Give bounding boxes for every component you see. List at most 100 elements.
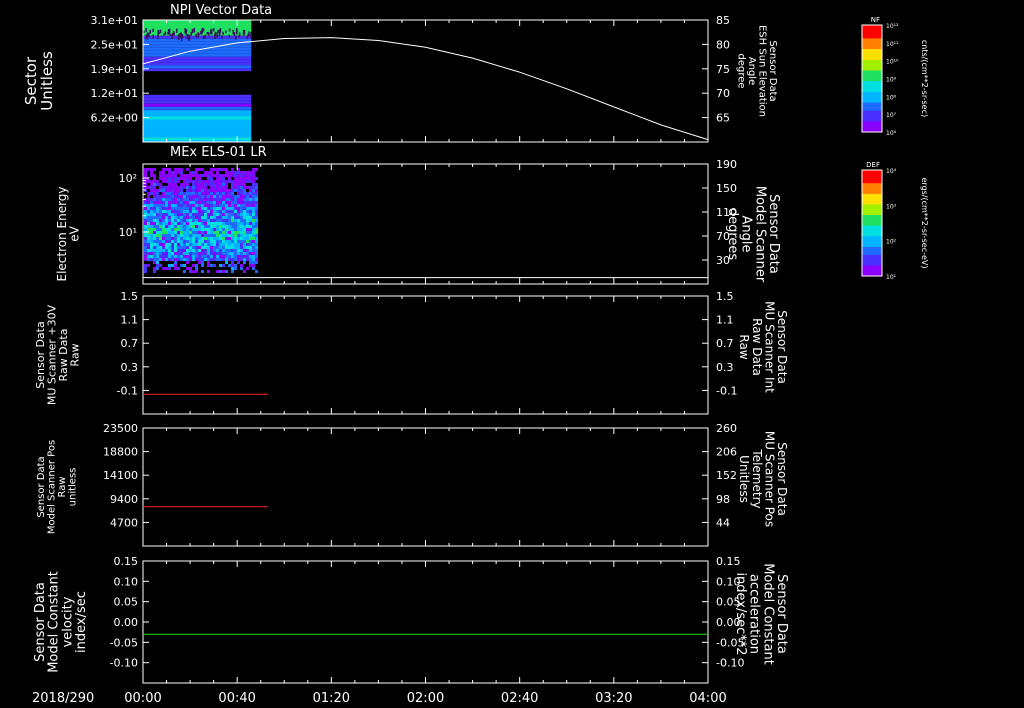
els-heatmap-cell — [255, 228, 258, 231]
els-heatmap-cell — [165, 228, 168, 231]
els-heatmap-cell — [162, 213, 165, 216]
els-heatmap-cell — [222, 186, 225, 189]
els-heatmap-cell — [234, 186, 237, 189]
els-heatmap-cell — [210, 174, 213, 177]
els-heatmap-cell — [246, 243, 249, 246]
els-heatmap-cell — [249, 246, 252, 249]
els-heatmap-cell — [168, 204, 171, 207]
els-heatmap-cell — [255, 258, 258, 261]
els-heatmap-cell — [171, 174, 174, 177]
els-heatmap-cell — [162, 219, 165, 222]
els-heatmap-cell — [237, 228, 240, 231]
els-heatmap-cell — [210, 237, 213, 240]
els-heatmap-cell — [237, 198, 240, 201]
els-heatmap-cell — [255, 186, 258, 189]
els-heatmap-cell — [183, 237, 186, 240]
els-heatmap-cell — [198, 234, 201, 237]
els-heatmap-cell — [219, 201, 222, 204]
els-heatmap-cell — [219, 180, 222, 183]
els-heatmap-cell — [222, 216, 225, 219]
els-heatmap-cell — [231, 192, 234, 195]
els-heatmap-cell — [174, 258, 177, 261]
els-heatmap-cell — [228, 195, 231, 198]
els-heatmap-cell — [162, 168, 165, 171]
els-heatmap-cell — [162, 231, 165, 234]
els-heatmap-cell — [156, 255, 159, 258]
els-heatmap-cell — [153, 246, 156, 249]
els-heatmap-cell — [183, 225, 186, 228]
els-heatmap-cell — [198, 180, 201, 183]
els-heatmap-cell — [249, 219, 252, 222]
els-heatmap-cell — [237, 246, 240, 249]
els-heatmap-cell — [249, 228, 252, 231]
npi-heatmap-speck — [195, 33, 197, 38]
els-heatmap-cell — [159, 243, 162, 246]
els-heatmap-cell — [159, 198, 162, 201]
els-heatmap-cell — [177, 216, 180, 219]
els-heatmap-cell — [174, 255, 177, 258]
els-heatmap-cell — [225, 204, 228, 207]
els-heatmap-cell — [192, 270, 195, 273]
els-heatmap-cell — [198, 201, 201, 204]
els-heatmap-cell — [201, 234, 204, 237]
els-heatmap-cell — [240, 186, 243, 189]
els-heatmap-cell — [249, 258, 252, 261]
els-heatmap-cell — [204, 192, 207, 195]
els-heatmap-cell — [219, 192, 222, 195]
els-heatmap-cell — [186, 231, 189, 234]
els-heatmap-cell — [198, 192, 201, 195]
els-heatmap-cell — [171, 204, 174, 207]
els-heatmap-cell — [153, 267, 156, 270]
els-heatmap-cell — [213, 240, 216, 243]
els-heatmap-cell — [180, 177, 183, 180]
els-heatmap-cell — [171, 222, 174, 225]
npi-heatmap-cell — [143, 128, 252, 132]
npi-heatmap-speck — [216, 32, 218, 38]
els-heatmap-cell — [216, 231, 219, 234]
els-heatmap-cell — [165, 210, 168, 213]
els-heatmap-cell — [180, 204, 183, 207]
els-heatmap-cell — [228, 240, 231, 243]
els-heatmap-cell — [249, 237, 252, 240]
els-heatmap-cell — [186, 186, 189, 189]
els-heatmap-cell — [237, 231, 240, 234]
els-heatmap-cell — [234, 264, 237, 267]
panel-2-ytick-label: -0.1 — [117, 384, 138, 397]
els-heatmap-cell — [252, 168, 255, 171]
els-heatmap-cell — [174, 219, 177, 222]
els-heatmap-cell — [183, 219, 186, 222]
els-heatmap-cell — [216, 219, 219, 222]
els-heatmap-cell — [174, 213, 177, 216]
els-heatmap-cell — [192, 222, 195, 225]
els-heatmap-cell — [159, 177, 162, 180]
npi-heatmap-cell — [143, 53, 252, 57]
els-heatmap-cell — [159, 210, 162, 213]
els-heatmap-cell — [225, 237, 228, 240]
els-heatmap-cell — [156, 246, 159, 249]
els-heatmap-cell — [237, 255, 240, 258]
els-heatmap-cell — [216, 246, 219, 249]
els-heatmap-cell — [222, 177, 225, 180]
els-heatmap-cell — [225, 174, 228, 177]
els-heatmap-cell — [153, 219, 156, 222]
els-heatmap-cell — [240, 171, 243, 174]
npi-heatmap-speck — [235, 35, 237, 40]
els-heatmap-cell — [231, 228, 234, 231]
panel-1-right-ytick-label: 150 — [716, 182, 737, 195]
els-heatmap-cell — [165, 204, 168, 207]
els-heatmap-cell — [255, 210, 258, 213]
els-heatmap-cell — [222, 255, 225, 258]
els-heatmap-cell — [168, 225, 171, 228]
els-heatmap-cell — [249, 225, 252, 228]
els-heatmap-cell — [249, 216, 252, 219]
els-heatmap-cell — [222, 225, 225, 228]
els-heatmap-cell — [195, 240, 198, 243]
els-heatmap-cell — [195, 204, 198, 207]
els-heatmap-cell — [237, 243, 240, 246]
els-heatmap-cell — [249, 243, 252, 246]
npi-heatmap-speck — [228, 34, 231, 38]
els-heatmap-cell — [192, 249, 195, 252]
els-heatmap-cell — [219, 177, 222, 180]
els-heatmap-cell — [189, 216, 192, 219]
els-heatmap-cell — [231, 243, 234, 246]
